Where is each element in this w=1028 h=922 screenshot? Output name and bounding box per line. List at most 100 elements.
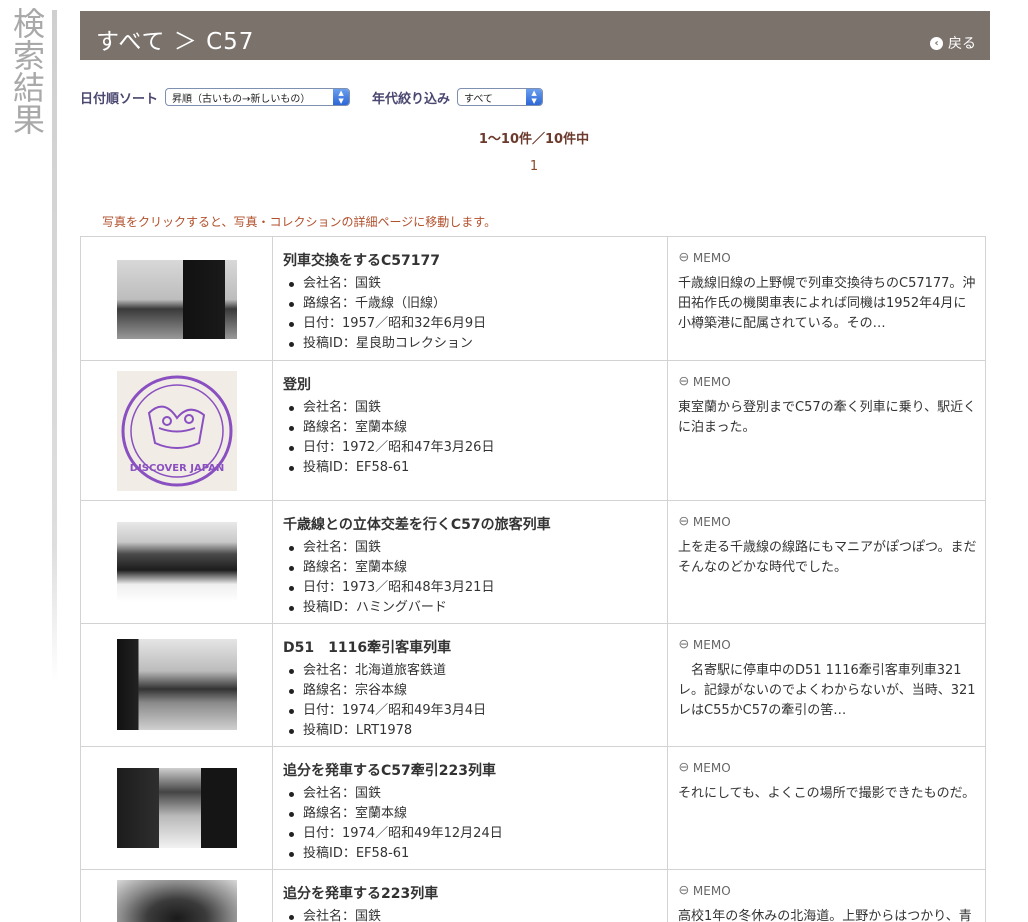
memo-text: 名寄駅に停車中のD51 1116牽引客車列車321レ。記録がないのでよくわからな…: [678, 663, 976, 718]
list-item: 投稿ID：LRT1978: [283, 721, 667, 741]
select-arrows-icon: ▲ ▼: [526, 89, 543, 105]
list-item: 路線名：室蘭本線: [283, 558, 667, 578]
result-title[interactable]: 列車交換をするC57177: [283, 250, 667, 270]
memo-header: ⊘ MEMO: [674, 372, 977, 390]
side-title-char: 検: [12, 5, 45, 43]
info-cell: 千歳線との立体交差を行くC57の旅客列車 会社名：国鉄 路線名：室蘭本線 日付：…: [273, 501, 668, 623]
table-row: 千歳線との立体交差を行くC57の旅客列車 会社名：国鉄 路線名：室蘭本線 日付：…: [81, 501, 985, 624]
list-item: 会社名：国鉄: [283, 538, 667, 558]
era-select-value: すべて: [464, 93, 493, 105]
memo-label: MEMO: [692, 883, 731, 898]
paperclip-icon: ⊘: [674, 512, 693, 531]
memo-label: MEMO: [692, 250, 731, 265]
info-list: 会社名：国鉄 路線名：室蘭本線 日付：1974／昭和49年12月24日 投稿ID…: [283, 784, 667, 864]
list-item: 投稿ID：EF58-61: [283, 458, 667, 478]
photo-thumbnail[interactable]: [116, 522, 237, 602]
table-row: 列車交換をするC57177 会社名：国鉄 路線名：千歳線（旧線） 日付：1957…: [81, 237, 985, 361]
thumb-cell: [81, 624, 273, 746]
list-item: 日付：1974／昭和49年3月4日: [283, 701, 667, 721]
result-title[interactable]: 登別: [283, 374, 667, 394]
memo-text: 東室蘭から登別までC57の牽く列車に乗り、駅近くに泊まった。: [678, 400, 977, 435]
memo-cell: ⊘ MEMO それにしても、よくこの場所で撮影できたものだ。: [668, 747, 985, 869]
photo-thumbnail[interactable]: [116, 260, 237, 339]
results-table: 列車交換をするC57177 会社名：国鉄 路線名：千歳線（旧線） 日付：1957…: [80, 236, 986, 922]
paperclip-icon: ⊘: [674, 635, 693, 654]
memo-cell: ⊘ MEMO 高校1年の冬休みの北海道。上野からはつかり、青: [668, 870, 985, 922]
click-notice: 写真をクリックすると、写真・コレクションの詳細ページに移動します。: [102, 215, 497, 229]
era-label: 年代絞り込み: [372, 91, 451, 107]
list-item: 投稿ID：星良助コレクション: [283, 334, 667, 354]
memo-label: MEMO: [692, 760, 731, 775]
result-count: 1〜10件／10件中: [478, 132, 590, 147]
info-cell: 登別 会社名：国鉄 路線名：室蘭本線 日付：1972／昭和47年3月26日 投稿…: [273, 361, 668, 500]
list-item: 路線名：宗谷本線: [283, 681, 667, 701]
thumb-cell: [81, 237, 273, 360]
memo-text: 上を走る千歳線の線路にもマニアがぽつぽつ。まだそんなのどかな時代でした。: [678, 540, 977, 575]
memo-text: それにしても、よくこの場所で撮影できたものだ。: [678, 786, 976, 801]
memo-header: ⊘ MEMO: [674, 758, 977, 776]
photo-thumbnail[interactable]: DISCOVER JAPAN: [116, 371, 237, 491]
list-item: 路線名：室蘭本線: [283, 804, 667, 824]
result-title[interactable]: 千歳線との立体交差を行くC57の旅客列車: [283, 514, 667, 534]
paperclip-icon: ⊘: [674, 758, 693, 777]
result-title[interactable]: 追分を発車するC57牽引223列車: [283, 760, 667, 780]
page-number-1[interactable]: 1: [530, 159, 538, 174]
info-cell: 追分を発車する223列車 会社名：国鉄: [273, 870, 668, 922]
result-title[interactable]: D51 1116牽引客車列車: [283, 637, 667, 657]
select-arrows-icon: ▲ ▼: [333, 89, 350, 105]
memo-cell: ⊘ MEMO 千歳線旧線の上野幌で列車交換待ちのC57177。沖田祐作氏の機関車…: [668, 237, 985, 360]
result-title[interactable]: 追分を発車する223列車: [283, 883, 667, 903]
info-cell: 列車交換をするC57177 会社名：国鉄 路線名：千歳線（旧線） 日付：1957…: [273, 237, 668, 360]
memo-text: 千歳線旧線の上野幌で列車交換待ちのC57177。沖田祐作氏の機関車表によれば同機…: [678, 276, 976, 331]
side-title-char: 結: [12, 69, 45, 107]
sort-select[interactable]: 昇順（古いもの→新しいもの） ▲ ▼: [165, 88, 351, 106]
photo-thumbnail[interactable]: [116, 880, 237, 922]
info-list: 会社名：国鉄 路線名：千歳線（旧線） 日付：1957／昭和32年6月9日 投稿I…: [283, 274, 667, 354]
info-list: 会社名：国鉄: [283, 907, 667, 922]
list-item: 投稿ID：EF58-61: [283, 844, 667, 864]
photo-thumbnail[interactable]: [116, 639, 237, 730]
side-divider: [52, 10, 57, 682]
table-row: DISCOVER JAPAN 登別 会社名：国鉄 路線名：室蘭本線 日付：197…: [81, 361, 985, 501]
list-item: 日付：1957／昭和32年6月9日: [283, 314, 667, 334]
page-link: 1: [0, 159, 1028, 174]
list-item: 日付：1974／昭和49年12月24日: [283, 824, 667, 844]
paperclip-icon: ⊘: [674, 248, 693, 267]
info-cell: 追分を発車するC57牽引223列車 会社名：国鉄 路線名：室蘭本線 日付：197…: [273, 747, 668, 869]
list-item: 路線名：室蘭本線: [283, 418, 667, 438]
memo-cell: ⊘ MEMO 上を走る千歳線の線路にもマニアがぽつぽつ。まだそんなのどかな時代で…: [668, 501, 985, 623]
stamp-text: DISCOVER JAPAN: [129, 463, 224, 474]
memo-label: MEMO: [692, 374, 731, 389]
memo-header: ⊘ MEMO: [674, 635, 977, 653]
info-cell: D51 1116牽引客車列車 会社名：北海道旅客鉄道 路線名：宗谷本線 日付：1…: [273, 624, 668, 746]
thumb-cell: [81, 747, 273, 869]
chevron-left-icon: ‹: [930, 36, 943, 50]
stamp-image: DISCOVER JAPAN: [121, 375, 232, 487]
back-button[interactable]: ‹ 戻る: [930, 33, 976, 53]
back-label: 戻る: [948, 36, 976, 52]
list-item: 会社名：北海道旅客鉄道: [283, 661, 667, 681]
memo-header: ⊘ MEMO: [674, 881, 977, 899]
thumb-cell: [81, 870, 273, 922]
side-title-char: 索: [12, 37, 45, 75]
list-item: 投稿ID：ハミングバード: [283, 598, 667, 618]
list-item: 会社名：国鉄: [283, 907, 667, 922]
era-select[interactable]: すべて ▲ ▼: [457, 88, 544, 106]
side-title: 検 索 結 果: [10, 8, 48, 136]
list-item: 会社名：国鉄: [283, 784, 667, 804]
memo-cell: ⊘ MEMO 名寄駅に停車中のD51 1116牽引客車列車321レ。記録がないの…: [668, 624, 985, 746]
breadcrumb: すべて ＞ C57: [96, 29, 255, 55]
paperclip-icon: ⊘: [674, 372, 693, 391]
info-list: 会社名：国鉄 路線名：室蘭本線 日付：1973／昭和48年3月21日 投稿ID：…: [283, 538, 667, 618]
memo-label: MEMO: [692, 514, 731, 529]
list-item: 日付：1973／昭和48年3月21日: [283, 578, 667, 598]
photo-thumbnail[interactable]: [116, 768, 237, 848]
table-row: D51 1116牽引客車列車 会社名：北海道旅客鉄道 路線名：宗谷本線 日付：1…: [81, 624, 985, 747]
memo-label: MEMO: [692, 637, 731, 652]
list-item: 路線名：千歳線（旧線）: [283, 294, 667, 314]
thumb-cell: DISCOVER JAPAN: [81, 361, 273, 500]
memo-header: ⊘ MEMO: [674, 248, 977, 266]
list-item: 会社名：国鉄: [283, 274, 667, 294]
thumb-cell: [81, 501, 273, 623]
info-list: 会社名：北海道旅客鉄道 路線名：宗谷本線 日付：1974／昭和49年3月4日 投…: [283, 661, 667, 741]
